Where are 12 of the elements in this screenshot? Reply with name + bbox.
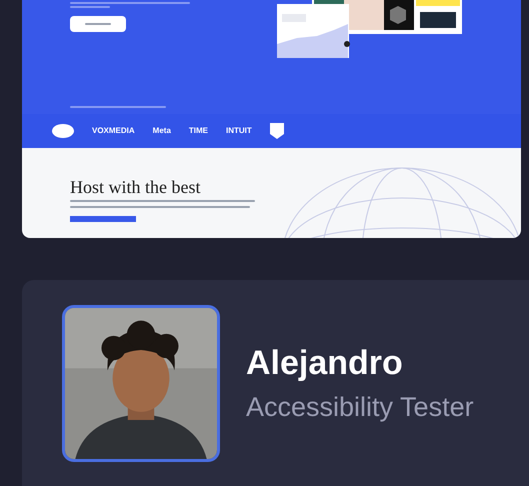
brand-logo: INTUIT: [226, 125, 252, 137]
cloud-logo-icon: [52, 124, 74, 138]
text-placeholder-line: [70, 6, 110, 8]
text-placeholder-line: [85, 23, 111, 25]
brand-logo: Meta: [152, 125, 171, 137]
profile-name: Alejandro: [246, 346, 404, 380]
profile-role: Accessibility Tester: [246, 394, 474, 420]
brand-logo: VOXMEDIA: [92, 125, 135, 137]
get-started-button[interactable]: [70, 16, 126, 32]
brand-logo: TIME: [188, 125, 208, 137]
shield-logo-icon: [270, 123, 284, 139]
section-heading: Host with the best: [70, 178, 202, 196]
